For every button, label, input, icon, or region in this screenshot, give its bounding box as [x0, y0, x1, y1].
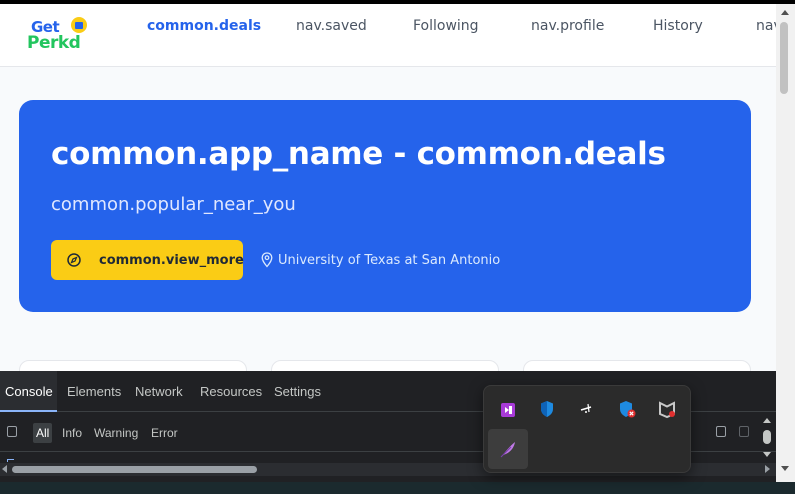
location-text: University of Texas at San Antonio	[278, 253, 501, 268]
scroll-down-icon[interactable]	[781, 466, 789, 471]
scrollbar-thumb[interactable]	[780, 22, 788, 94]
scroll-up-icon[interactable]	[763, 418, 771, 423]
tab-resources[interactable]: Resources	[200, 384, 262, 399]
taskbar	[0, 482, 795, 494]
level-all[interactable]: All	[33, 423, 53, 443]
deal-card[interactable]	[523, 360, 751, 371]
nav-item-following[interactable]: Following	[413, 18, 479, 34]
clear-console-checkbox[interactable]	[7, 426, 17, 437]
top-navigation: Get Perkd common.deals nav.saved Followi…	[0, 4, 776, 67]
screen: Get Perkd common.deals nav.saved Followi…	[0, 0, 795, 494]
deal-card[interactable]	[271, 360, 499, 371]
scroll-down-icon[interactable]	[763, 452, 771, 457]
tab-network[interactable]: Network	[135, 384, 183, 399]
getperkd-logo[interactable]: Get Perkd	[20, 15, 92, 57]
scroll-right-icon[interactable]	[765, 465, 770, 473]
scroll-up-icon[interactable]	[781, 10, 789, 15]
feather-app-icon	[500, 442, 515, 458]
web-page: Get Perkd common.deals nav.saved Followi…	[0, 4, 776, 371]
tab-console[interactable]: Console	[5, 384, 53, 399]
hero-title: common.app_name - common.deals	[51, 136, 666, 172]
nav-item-saved[interactable]: nav.saved	[296, 18, 367, 34]
tab-elements[interactable]: Elements	[67, 384, 121, 399]
gift-icon	[71, 17, 87, 33]
prompt-icon	[7, 459, 14, 462]
defender-shield-icon[interactable]	[536, 398, 558, 420]
nav-item-profile[interactable]: nav.profile	[531, 18, 604, 34]
option-checkbox[interactable]	[739, 426, 749, 437]
devtools-scrollbar[interactable]	[761, 412, 775, 462]
preserve-log-checkbox[interactable]	[716, 426, 726, 437]
logo-text-perkd: Perkd	[27, 33, 81, 53]
nav-item-deals[interactable]: common.deals	[147, 18, 261, 34]
level-error[interactable]: Error	[151, 426, 178, 440]
view-more-button[interactable]: common.view_more	[51, 240, 244, 280]
hero-banner: common.app_name - common.deals common.po…	[19, 100, 751, 312]
visual-studio-icon[interactable]	[497, 399, 519, 421]
level-info[interactable]: Info	[62, 426, 82, 440]
deal-card[interactable]	[19, 360, 247, 371]
system-tray-overflow	[483, 385, 691, 473]
mcafee-icon[interactable]	[656, 398, 678, 420]
tray-item-selected[interactable]	[488, 429, 528, 469]
view-more-label: common.view_more	[99, 253, 244, 268]
page-scrollbar[interactable]	[776, 4, 795, 490]
tab-settings[interactable]: Settings	[274, 384, 321, 399]
compass-icon	[67, 253, 81, 267]
nav-item-overflow[interactable]: nav	[756, 18, 776, 34]
hero-subtitle: common.popular_near_you	[51, 194, 296, 215]
level-warning[interactable]: Warning	[94, 426, 138, 440]
scrollbar-thumb[interactable]	[763, 430, 771, 444]
security-shield-alert-icon[interactable]	[616, 398, 638, 420]
scrollbar-thumb[interactable]	[12, 466, 257, 473]
scroll-left-icon[interactable]	[2, 465, 7, 473]
map-pin-icon	[261, 252, 273, 268]
nav-item-history[interactable]: History	[653, 18, 703, 34]
pen-tablet-icon[interactable]	[576, 398, 598, 420]
